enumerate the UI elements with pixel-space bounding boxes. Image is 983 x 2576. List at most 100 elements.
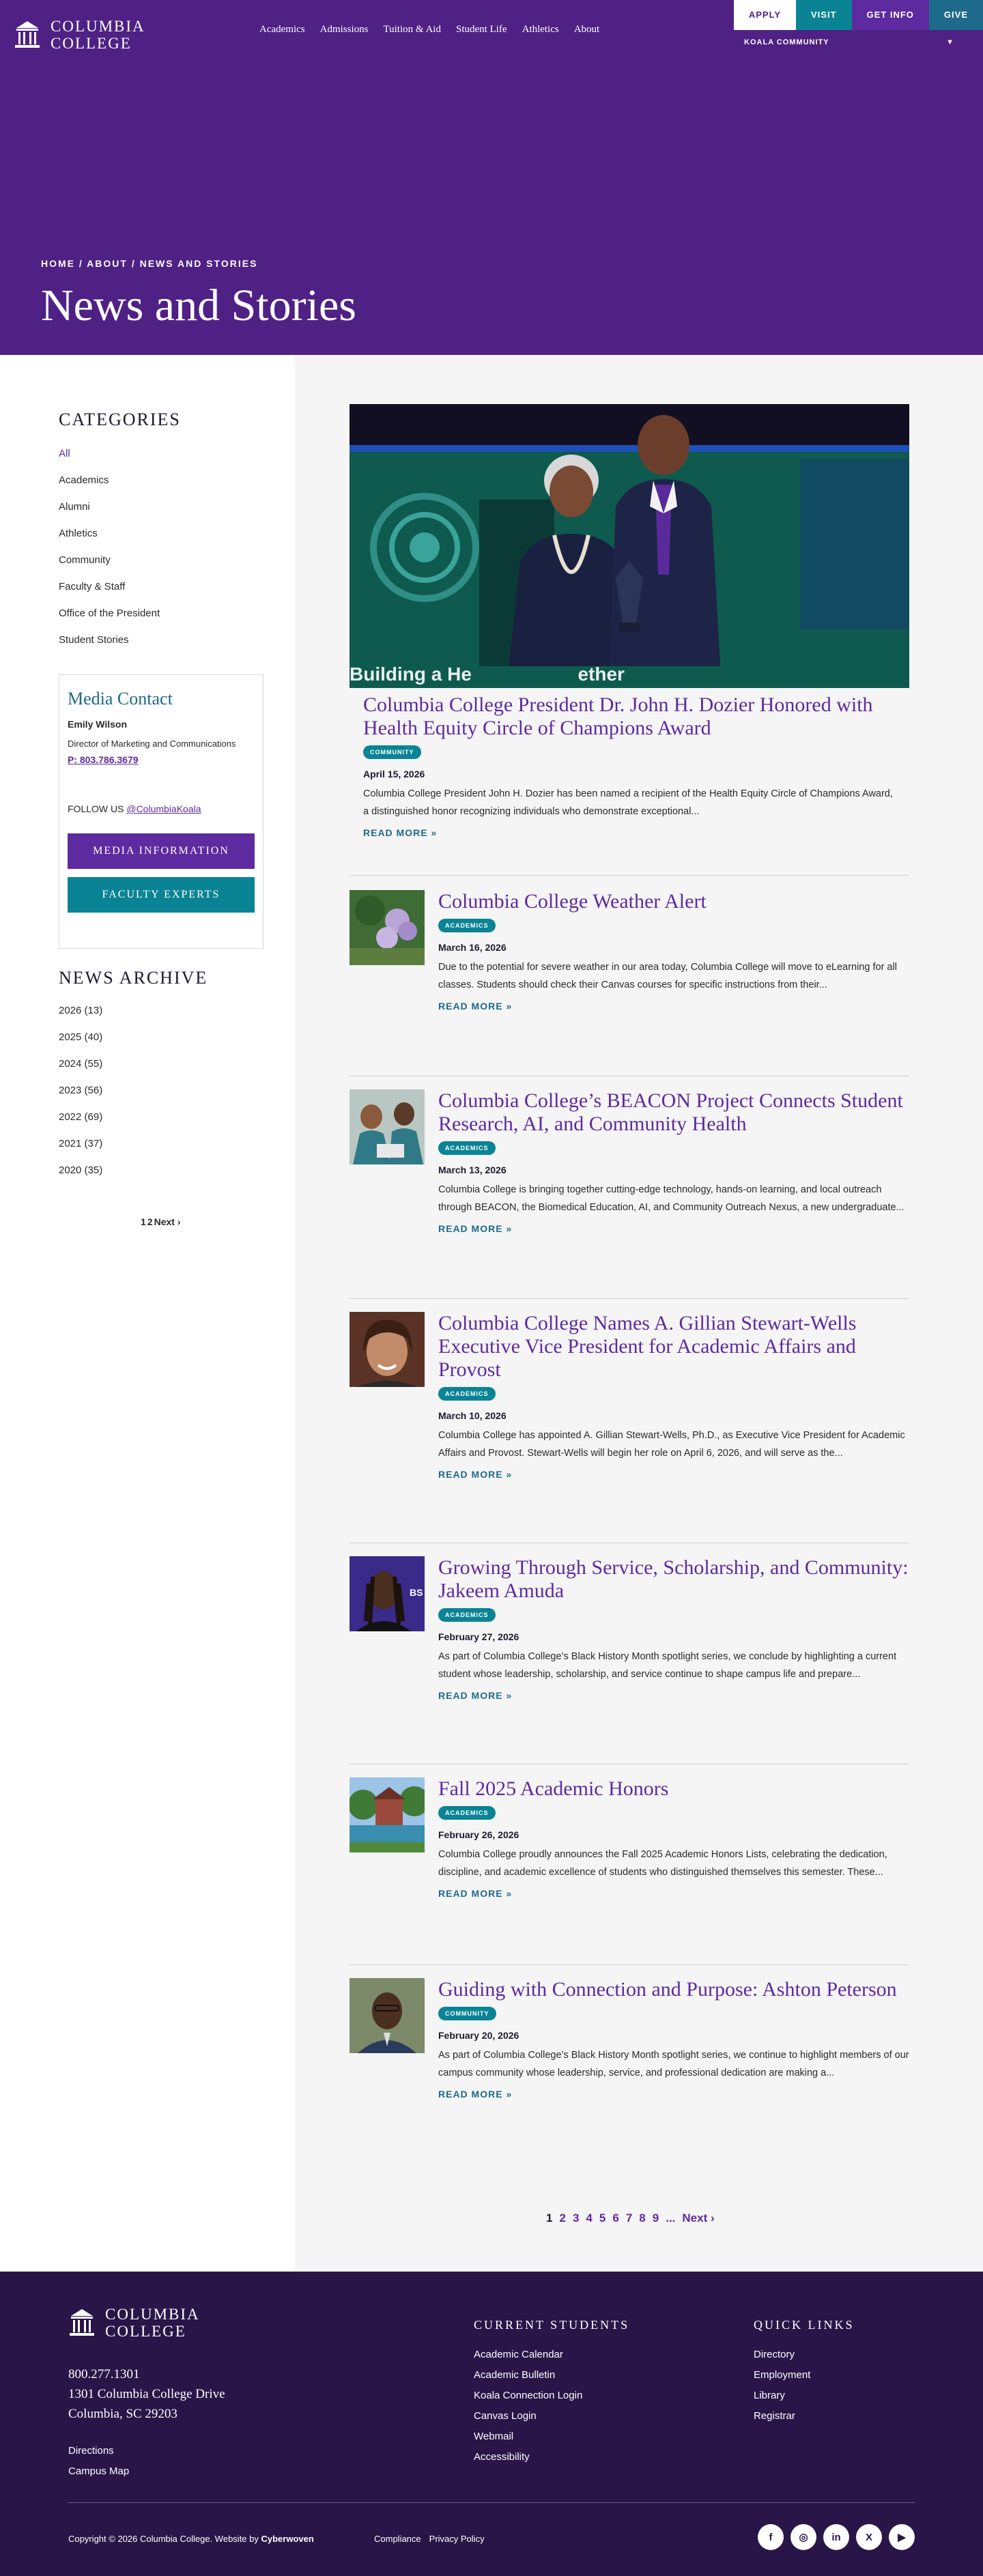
article-thumbnail[interactable] [350,1978,425,2053]
article-title[interactable]: Fall 2025 Academic Honors [438,1777,909,1801]
linkedin-icon[interactable]: in [823,2524,849,2550]
visit-button[interactable]: VISIT [796,0,852,30]
page-9[interactable]: 9 [653,2212,659,2225]
article-tag[interactable]: ACADEMICS [438,1387,496,1401]
archive-2023[interactable]: 2023 (56) [59,1085,102,1111]
category-athletics[interactable]: Athletics [59,528,160,554]
page-7[interactable]: 7 [626,2212,632,2225]
article-title[interactable]: Guiding with Connection and Purpose: Ash… [438,1978,909,2001]
nav-athletics[interactable]: Athletics [522,24,559,35]
archive-2026[interactable]: 2026 (13) [59,1005,102,1031]
read-more-link[interactable]: READ MORE » [438,2089,512,2100]
nav-tuition-aid[interactable]: Tuition & Aid [384,24,441,35]
koala-community-dropdown[interactable]: KOALA COMMUNITY ▼ [737,31,961,53]
facebook-icon[interactable]: f [758,2524,784,2550]
x-twitter-icon[interactable]: X [856,2524,882,2550]
media-contact-phone[interactable]: P: 803.786.3679 [68,754,255,765]
instagram-icon[interactable]: ◎ [790,2524,816,2550]
footer-directions-link[interactable]: Directions [68,2441,129,2461]
footer-link-employment[interactable]: Employment [754,2365,855,2386]
footer-link-academic-bulletin[interactable]: Academic Bulletin [474,2365,629,2386]
archive-2022[interactable]: 2022 (69) [59,1111,102,1138]
footer-link-registrar[interactable]: Registrar [754,2406,855,2427]
featured-article-title[interactable]: Columbia College President Dr. John H. D… [363,693,896,740]
get-info-button[interactable]: GET INFO [851,0,929,30]
read-more-link[interactable]: READ MORE » [438,1888,512,1899]
read-more-link[interactable]: READ MORE » [438,1690,512,1701]
footer-link-library[interactable]: Library [754,2386,855,2406]
website-credit-link[interactable]: Cyberwoven [261,2534,314,2544]
archive-2024[interactable]: 2024 (55) [59,1058,102,1085]
archive-page-2[interactable]: 2 [147,1216,153,1227]
follow-us-handle[interactable]: @ColumbiaKoala [126,803,201,814]
article-title[interactable]: Growing Through Service, Scholarship, an… [438,1556,909,1603]
archive-2021[interactable]: 2021 (37) [59,1138,102,1164]
breadcrumb-about[interactable]: ABOUT [87,258,128,269]
article-title[interactable]: Columbia College Weather Alert [438,890,909,913]
breadcrumb-home[interactable]: HOME [41,258,75,269]
archive-page-1[interactable]: 1 [141,1216,146,1227]
page-1[interactable]: 1 [546,2212,552,2225]
footer-campus-map-link[interactable]: Campus Map [68,2461,129,2482]
category-alumni[interactable]: Alumni [59,501,160,528]
page-8[interactable]: 8 [639,2212,645,2225]
read-more-link[interactable]: READ MORE » [438,1223,512,1234]
category-all[interactable]: All [59,448,160,474]
category-academics[interactable]: Academics [59,474,160,501]
article-thumbnail[interactable] [350,1777,425,1852]
featured-image[interactable]: Building a He ether [350,404,909,688]
faculty-experts-button[interactable]: FACULTY EXPERTS [68,877,255,913]
article-tag[interactable]: ACADEMICS [438,1608,496,1622]
article-date: March 10, 2026 [438,1410,507,1421]
nav-academics[interactable]: Academics [259,24,305,35]
category-faculty-staff[interactable]: Faculty & Staff [59,581,160,607]
compliance-link[interactable]: Compliance [374,2534,421,2544]
article-tag[interactable]: ACADEMICS [438,1141,496,1155]
archive-2020[interactable]: 2020 (35) [59,1164,102,1191]
article-title[interactable]: Columbia College’s BEACON Project Connec… [438,1089,909,1136]
category-student-stories[interactable]: Student Stories [59,634,160,661]
pagination-next[interactable]: Next › [682,2212,714,2225]
category-office-president[interactable]: Office of the President [59,607,160,634]
article-tag[interactable]: COMMUNITY [438,2007,496,2020]
categories-title: CATEGORIES [59,410,181,429]
page-6[interactable]: 6 [612,2212,618,2225]
category-community[interactable]: Community [59,554,160,581]
archive-2025[interactable]: 2025 (40) [59,1031,102,1058]
main-nav: Academics Admissions Tuition & Aid Stude… [259,24,599,35]
page-2[interactable]: 2 [559,2212,565,2225]
article-tag[interactable]: ACADEMICS [438,919,496,932]
nav-admissions[interactable]: Admissions [320,24,369,35]
footer-link-canvas[interactable]: Canvas Login [474,2406,629,2427]
nav-student-life[interactable]: Student Life [456,24,507,35]
archive-next[interactable]: Next › [154,1216,181,1227]
site-logo[interactable]: COLUMBIA COLLEGE [14,18,145,52]
footer-copyright: Copyright © 2026 Columbia College. Websi… [68,2534,314,2544]
read-more-link[interactable]: READ MORE » [438,1001,512,1012]
footer-link-academic-calendar[interactable]: Academic Calendar [474,2345,629,2365]
featured-read-more-link[interactable]: READ MORE » [363,827,437,838]
article-thumbnail[interactable] [350,1089,425,1164]
page-4[interactable]: 4 [586,2212,592,2225]
article-thumbnail[interactable] [350,1312,425,1387]
article-thumbnail[interactable]: BS [350,1556,425,1631]
page-5[interactable]: 5 [599,2212,606,2225]
footer-link-directory[interactable]: Directory [754,2345,855,2365]
article-tag[interactable]: ACADEMICS [438,1806,496,1820]
media-information-button[interactable]: MEDIA INFORMATION [68,833,255,869]
featured-article-tag[interactable]: COMMUNITY [363,745,421,759]
article-thumbnail[interactable] [350,890,425,965]
youtube-icon[interactable]: ▶ [889,2524,915,2550]
footer-link-webmail[interactable]: Webmail [474,2427,629,2447]
footer-link-koala-connection[interactable]: Koala Connection Login [474,2386,629,2406]
footer-link-accessibility[interactable]: Accessibility [474,2447,629,2467]
page-3[interactable]: 3 [573,2212,579,2225]
privacy-policy-link[interactable]: Privacy Policy [429,2534,485,2544]
read-more-link[interactable]: READ MORE » [438,1469,512,1480]
footer-phone[interactable]: 800.277.1301 [68,2364,225,2384]
give-button[interactable]: GIVE [928,0,983,30]
apply-button[interactable]: APPLY [733,0,797,30]
nav-about[interactable]: About [574,24,600,35]
article-title[interactable]: Columbia College Names A. Gillian Stewar… [438,1312,909,1382]
footer-logo[interactable]: COLUMBIA COLLEGE [68,2306,200,2340]
